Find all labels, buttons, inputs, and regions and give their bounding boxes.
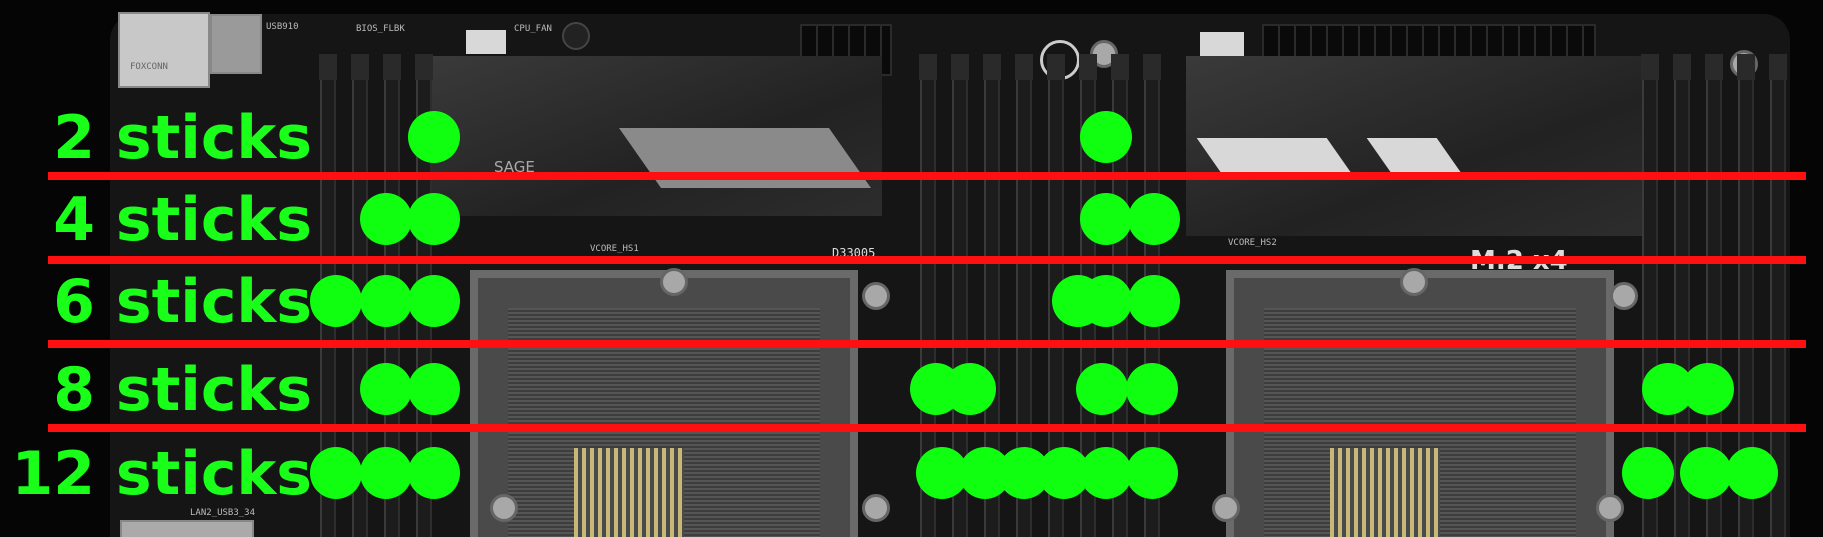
populated-slot-dot — [408, 447, 460, 499]
row-divider — [48, 256, 1806, 264]
socket-screw — [862, 494, 890, 522]
usb-port-side — [210, 14, 262, 74]
dimm-latch — [919, 54, 937, 80]
populated-slot-dot — [1126, 363, 1178, 415]
capacitor — [562, 22, 590, 50]
fan-header-2 — [1200, 32, 1244, 58]
socket-screw — [1400, 268, 1428, 296]
socket-screw — [1596, 494, 1624, 522]
dimm-latch — [1015, 54, 1033, 80]
usb-header-text: USB910 — [266, 22, 299, 32]
row-label: 6 sticks — [53, 267, 312, 337]
populated-slot-dot — [1080, 111, 1132, 163]
socket-screw — [1610, 282, 1638, 310]
usb-port-stack — [118, 12, 210, 88]
populated-slot-dot — [360, 363, 412, 415]
populated-slot-dot — [1080, 275, 1132, 327]
cpu-socket-right — [1226, 270, 1614, 537]
populated-slot-dot — [1076, 363, 1128, 415]
dimm-latch — [415, 54, 433, 80]
populated-slot-dot — [1126, 447, 1178, 499]
dimm-latch — [383, 54, 401, 80]
motherboard-photo: FOXCONN LAN2_USB3_34 USB910 BIOS_FLBK CP… — [0, 0, 1823, 537]
row-divider — [48, 424, 1806, 432]
dimm-latch — [319, 54, 337, 80]
socket-screw — [490, 494, 518, 522]
socket-screw — [660, 268, 688, 296]
dimm-latch — [1769, 54, 1787, 80]
dimm-latch — [1673, 54, 1691, 80]
populated-slot-dot — [1726, 447, 1778, 499]
populated-slot-dot — [944, 363, 996, 415]
row-label: 12 sticks — [11, 439, 312, 509]
populated-slot-dot — [408, 111, 460, 163]
populated-slot-dot — [1080, 447, 1132, 499]
vcore-hs2-text: VCORE_HS2 — [1228, 238, 1277, 248]
dimm-latch — [1705, 54, 1723, 80]
vcore-hs1-text: VCORE_HS1 — [590, 244, 639, 254]
populated-slot-dot — [1622, 447, 1674, 499]
cpu-fan-text: CPU_FAN — [514, 24, 552, 34]
populated-slot-dot — [1080, 193, 1132, 245]
dimm-latch — [1143, 54, 1161, 80]
populated-slot-dot — [310, 447, 362, 499]
fan-header — [466, 30, 506, 54]
row-label: 2 sticks — [53, 103, 312, 173]
dimm-latch — [1047, 54, 1065, 80]
dimm-latch — [351, 54, 369, 80]
populated-slot-dot — [408, 363, 460, 415]
populated-slot-dot — [360, 275, 412, 327]
populated-slot-dot — [1128, 275, 1180, 327]
dimm-latch — [1641, 54, 1659, 80]
populated-slot-dot — [408, 193, 460, 245]
populated-slot-dot — [1128, 193, 1180, 245]
socket-screw — [1212, 494, 1240, 522]
lan-port — [120, 520, 254, 537]
populated-slot-dot — [360, 447, 412, 499]
populated-slot-dot — [1682, 363, 1734, 415]
dimm-latch — [983, 54, 1001, 80]
row-label: 4 sticks — [53, 185, 312, 255]
populated-slot-dot — [1680, 447, 1732, 499]
row-label: 8 sticks — [53, 355, 312, 425]
dimm-latch — [1737, 54, 1755, 80]
dimm-latch — [951, 54, 969, 80]
heatsink-stripe-right-1 — [1196, 138, 1354, 176]
row-divider — [48, 340, 1806, 348]
socket-screw — [862, 282, 890, 310]
port-brand-text: FOXCONN — [130, 62, 168, 72]
cpu-socket-left — [470, 270, 858, 537]
populated-slot-dot — [408, 275, 460, 327]
row-divider — [48, 172, 1806, 180]
populated-slot-dot — [310, 275, 362, 327]
dimm-latch — [1079, 54, 1097, 80]
bios-flbk-text: BIOS_FLBK — [356, 24, 405, 34]
dimm-latch — [1111, 54, 1129, 80]
populated-slot-dot — [360, 193, 412, 245]
